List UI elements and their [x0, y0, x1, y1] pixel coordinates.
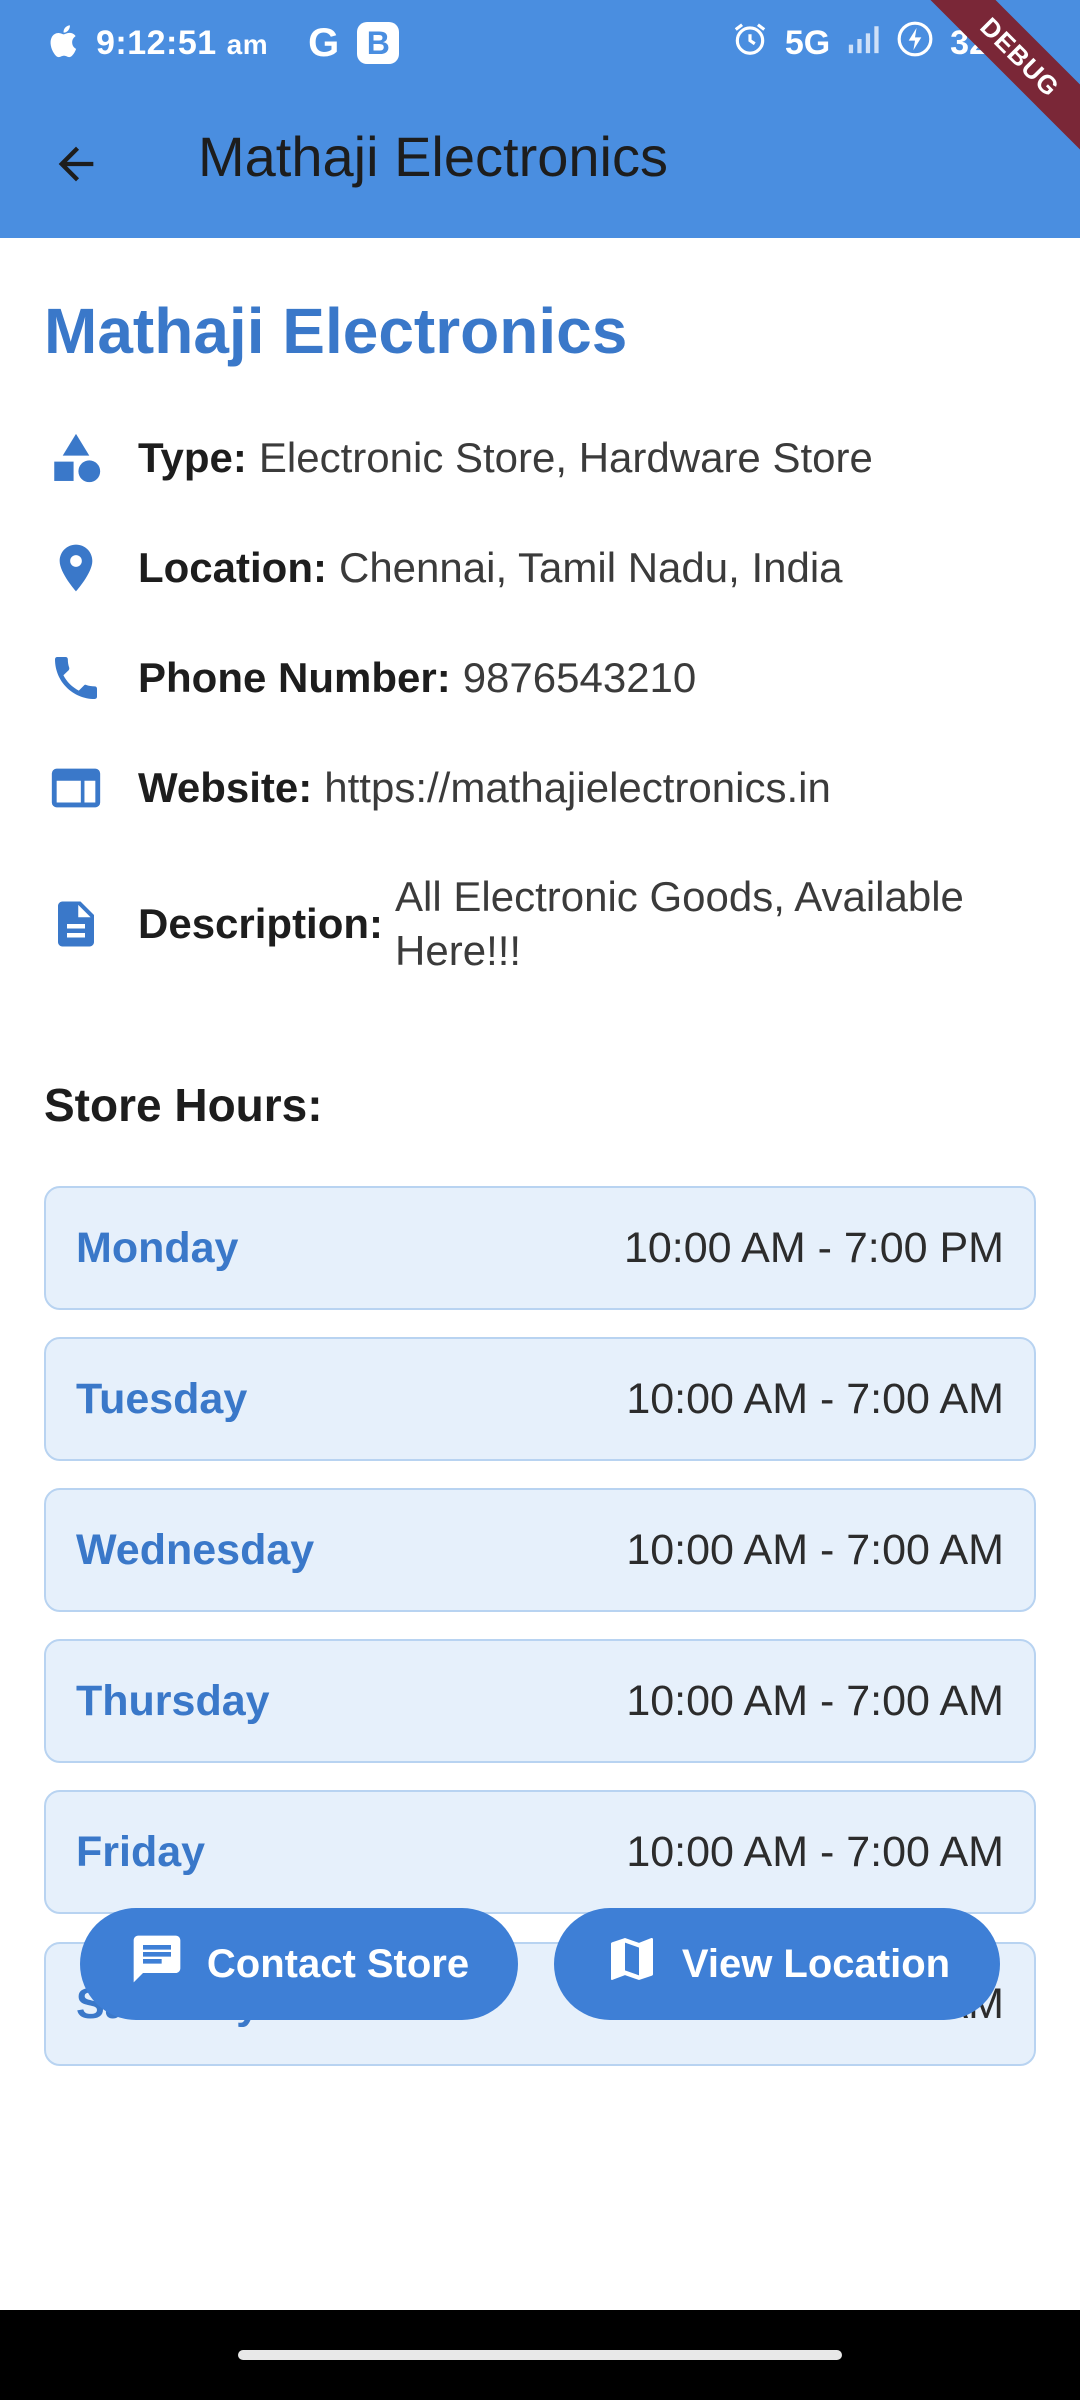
description-icon — [44, 892, 108, 956]
back-button[interactable] — [36, 126, 116, 206]
view-location-label: View Location — [681, 1941, 951, 1986]
detail-value: Electronic Store, Hardware Store — [258, 434, 873, 481]
hours-row-monday: Monday 10:00 AM - 7:00 PM — [44, 1186, 1036, 1310]
detail-label: Website: — [138, 764, 313, 811]
detail-description: Description: All Electronic Goods, Avail… — [44, 870, 1044, 978]
detail-value[interactable]: 9876543210 — [463, 654, 697, 702]
detail-label: Type: — [138, 434, 247, 481]
hours-day: Friday — [76, 1827, 206, 1876]
hours-row-friday: Friday 10:00 AM - 7:00 AM — [44, 1790, 1036, 1914]
hours-row-tuesday: Tuesday 10:00 AM - 7:00 AM — [44, 1337, 1036, 1461]
detail-website: Website: https://mathajielectronics.in — [44, 756, 1044, 820]
view-location-button[interactable]: View Location — [554, 1908, 1000, 2020]
google-icon: G — [308, 20, 340, 65]
hours-day: Wednesday — [76, 1525, 315, 1574]
web-icon — [44, 756, 108, 820]
home-gesture-handle[interactable] — [238, 2350, 842, 2360]
category-shapes-icon — [44, 426, 108, 490]
detail-label: Description: — [138, 900, 384, 947]
hours-time: 10:00 AM - 7:00 AM — [626, 1374, 1004, 1423]
status-ampm: am — [226, 28, 269, 60]
detail-value[interactable]: https://mathajielectronics.in — [324, 764, 831, 812]
app-bar-title: Mathaji Electronics — [198, 125, 668, 188]
battery-charging-icon — [896, 20, 934, 67]
hours-day: Monday — [76, 1223, 239, 1272]
contact-store-label: Contact Store — [206, 1941, 470, 1986]
apple-icon — [46, 22, 78, 65]
hours-time: 10:00 AM - 7:00 AM — [626, 1525, 1004, 1574]
status-time: 9:12:51 am — [96, 24, 268, 63]
hours-row-wednesday: Wednesday 10:00 AM - 7:00 AM — [44, 1488, 1036, 1612]
detail-location: Location: Chennai, Tamil Nadu, India — [44, 536, 1044, 600]
store-hours-title: Store Hours: — [44, 1079, 323, 1131]
alarm-icon — [731, 20, 769, 67]
detail-type: Type: Electronic Store, Hardware Store — [44, 426, 1044, 490]
hours-day: Tuesday — [76, 1374, 248, 1423]
detail-value: All Electronic Goods, Available Here!!! — [395, 873, 964, 974]
detail-value: Chennai, Tamil Nadu, India — [338, 544, 843, 591]
network-type: 5G — [784, 23, 831, 62]
detail-phone: Phone Number: 9876543210 — [44, 646, 1044, 710]
location-pin-icon — [44, 536, 108, 600]
store-name: Mathaji Electronics — [44, 295, 628, 367]
map-icon — [604, 1931, 660, 1997]
arrow-back-icon — [50, 138, 102, 195]
detail-label: Phone Number: — [138, 654, 451, 701]
system-nav-bar — [0, 2310, 1080, 2400]
phone-icon — [44, 646, 108, 710]
signal-icon — [846, 22, 880, 65]
hours-row-thursday: Thursday 10:00 AM - 7:00 AM — [44, 1639, 1036, 1763]
status-left: 9:12:51 am G B — [46, 18, 400, 68]
hours-day: Thursday — [76, 1676, 270, 1725]
status-time-value: 9:12:51 — [96, 23, 217, 62]
hours-time: 10:00 AM - 7:00 AM — [626, 1827, 1004, 1876]
status-bar: 9:12:51 am G B 5G 32 DEBUG — [0, 0, 1080, 166]
b-app-icon: B — [357, 22, 400, 64]
chat-icon — [129, 1931, 185, 1997]
hours-time: 10:00 AM - 7:00 PM — [623, 1223, 1004, 1272]
detail-label: Location: — [138, 544, 327, 591]
hours-time: 10:00 AM - 7:00 AM — [626, 1676, 1004, 1725]
app-bar: Mathaji Electronics — [0, 86, 1080, 238]
status-right: 5G 32 — [731, 18, 988, 68]
contact-store-button[interactable]: Contact Store — [80, 1908, 518, 2020]
top-bar: 9:12:51 am G B 5G 32 DEBUG Mathaji Elect… — [0, 0, 1080, 238]
